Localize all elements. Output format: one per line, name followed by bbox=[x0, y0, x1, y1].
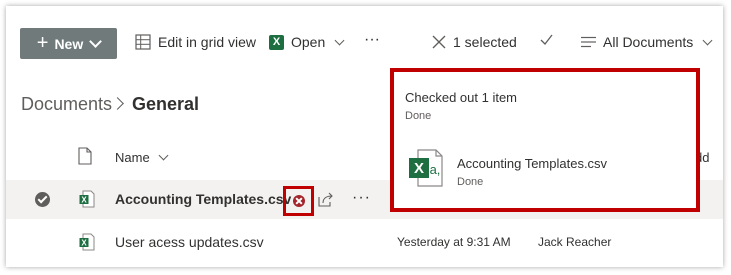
info-check-button[interactable] bbox=[540, 34, 553, 45]
chevron-down-icon bbox=[89, 35, 103, 48]
chevron-down-icon bbox=[334, 35, 345, 45]
sharepoint-window: + New Edit in grid view X Open ··· 1 sel… bbox=[6, 6, 723, 267]
svg-text:X: X bbox=[414, 160, 424, 177]
name-column-header[interactable]: Name bbox=[115, 150, 169, 165]
list-view-icon bbox=[581, 36, 596, 48]
breadcrumb-current: General bbox=[132, 94, 200, 114]
svg-text:a,: a, bbox=[430, 162, 441, 177]
document-icon bbox=[78, 147, 92, 165]
plus-icon: + bbox=[36, 31, 49, 54]
notification-file-status: Done bbox=[457, 176, 484, 188]
share-icon[interactable] bbox=[318, 192, 334, 212]
file-name[interactable]: User acess updates.csv bbox=[115, 234, 264, 250]
modified-by: Jack Reacher bbox=[538, 235, 612, 249]
svg-text:X: X bbox=[81, 196, 87, 205]
name-column-label: Name bbox=[115, 150, 150, 165]
modified-date: Yesterday at 9:31 AM bbox=[397, 235, 511, 249]
notification-title: Checked out 1 item bbox=[405, 90, 518, 105]
excel-icon: X bbox=[269, 34, 284, 50]
edit-grid-view-label: Edit in grid view bbox=[158, 34, 257, 50]
close-icon bbox=[432, 35, 446, 49]
open-label: Open bbox=[291, 34, 326, 50]
excel-file-icon: X a, bbox=[408, 148, 444, 193]
checkout-notification: Checked out 1 item Done X a, Accounting … bbox=[390, 68, 700, 212]
edit-grid-view-button[interactable]: Edit in grid view bbox=[135, 34, 256, 50]
checked-out-icon bbox=[292, 195, 305, 207]
file-type-header-icon[interactable] bbox=[78, 147, 92, 170]
open-button[interactable]: X Open bbox=[269, 34, 345, 50]
view-selector[interactable]: All Documents bbox=[581, 34, 713, 50]
notification-status: Done bbox=[405, 110, 432, 122]
file-name[interactable]: Accounting Templates.csv bbox=[115, 191, 291, 207]
more-commands-button[interactable]: ··· bbox=[364, 31, 380, 49]
grid-icon bbox=[135, 34, 151, 50]
breadcrumb-documents[interactable]: Documents bbox=[21, 94, 112, 115]
chevron-down-icon bbox=[158, 150, 169, 161]
row-checkmark-icon[interactable] bbox=[35, 192, 50, 207]
clear-selection-button[interactable]: 1 selected bbox=[432, 34, 517, 50]
more-icon: ··· bbox=[364, 31, 380, 48]
view-selector-label: All Documents bbox=[603, 34, 694, 50]
notification-file-name[interactable]: Accounting Templates.csv bbox=[457, 156, 607, 171]
svg-text:X: X bbox=[81, 239, 87, 248]
excel-file-icon: X bbox=[79, 190, 95, 213]
checkmark-icon bbox=[540, 34, 553, 45]
new-button-label: New bbox=[54, 35, 84, 52]
new-button[interactable]: + New bbox=[20, 28, 117, 59]
excel-file-icon: X bbox=[79, 233, 95, 256]
selected-count: 1 selected bbox=[453, 34, 517, 50]
chevron-right-icon bbox=[111, 97, 124, 110]
checked-out-highlight[interactable] bbox=[283, 186, 314, 216]
row-more-button[interactable]: ··· bbox=[352, 189, 371, 207]
chevron-down-icon bbox=[702, 35, 713, 45]
